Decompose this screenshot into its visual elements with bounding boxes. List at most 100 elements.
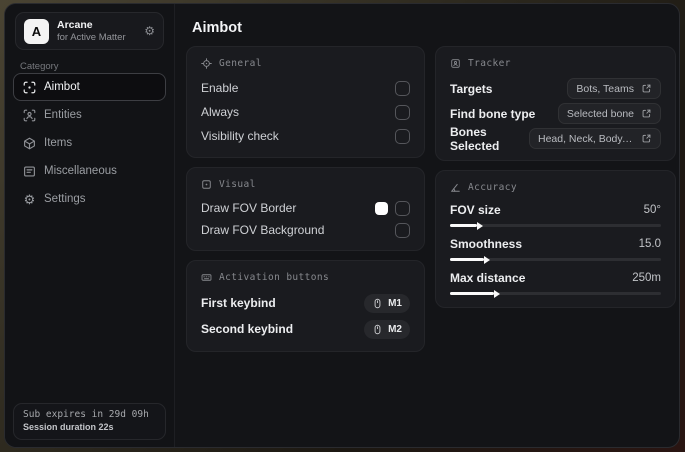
setting-label: Always xyxy=(201,105,240,119)
setting-row-find-bone-type: Find bone type Selected bone xyxy=(450,101,661,126)
mouse-icon xyxy=(374,324,381,334)
setting-row-visibility-check: Visibility check xyxy=(201,124,410,148)
scan-icon xyxy=(23,81,36,94)
select-value: Head, Neck, Body, Pe... xyxy=(538,132,634,145)
keybind-value: M1 xyxy=(388,297,402,309)
brand-subtitle: for Active Matter xyxy=(57,31,126,43)
left-column: General Enable Always Visibility check V xyxy=(186,46,425,352)
slider-fill xyxy=(450,289,501,298)
angle-icon xyxy=(451,183,460,192)
setting-label: Draw FOV Background xyxy=(201,223,325,237)
setting-label: FOV size xyxy=(450,203,501,217)
select-value: Selected bone xyxy=(566,107,634,120)
frame-icon xyxy=(202,180,211,189)
setting-group-smoothness: Smoothness 15.0 xyxy=(450,234,661,264)
page-title: Aimbot xyxy=(192,20,242,36)
panel-accuracy-header: Accuracy xyxy=(450,182,661,193)
subscription-card: Sub expires in 29d 09h Session duration … xyxy=(13,403,166,440)
gear-icon[interactable]: ⚙ xyxy=(144,25,155,37)
setting-label: Max distance xyxy=(450,271,526,285)
panel-visual: Visual Draw FOV Border Draw FOV Backgrou… xyxy=(186,167,425,251)
panel-tracker: Tracker Targets Bots, Teams Find bone ty… xyxy=(435,46,676,161)
sidebar-item-label: Miscellaneous xyxy=(44,165,117,177)
setting-value: 250m xyxy=(632,272,661,284)
sidebar-item-miscellaneous[interactable]: Miscellaneous xyxy=(13,157,166,185)
select-value: Bots, Teams xyxy=(576,82,634,95)
slider-fill xyxy=(450,255,490,264)
enable-checkbox[interactable] xyxy=(395,80,410,96)
expand-icon xyxy=(642,134,651,143)
keyboard-icon xyxy=(201,274,212,281)
sidebar-item-label: Entities xyxy=(44,109,82,121)
setting-row-enable: Enable xyxy=(201,76,410,100)
panel-general-header: General xyxy=(201,58,410,69)
session-duration-text: Session duration 22s xyxy=(23,422,114,432)
sidebar-item-aimbot[interactable]: Aimbot xyxy=(13,73,166,101)
panel-accuracy: Accuracy FOV size 50° Smoothness 15.0 Ma… xyxy=(435,170,676,308)
sidebar-item-label: Items xyxy=(44,137,73,149)
app-window: A Arcane for Active Matter ⚙ Category Ai… xyxy=(4,3,680,448)
panel-header-label: Tracker xyxy=(468,58,511,69)
panel-activation-buttons: Activation buttons First keybind M1 Seco… xyxy=(186,260,425,352)
color-swatch[interactable] xyxy=(375,201,388,215)
sub-expires-text: Sub expires in 29d 09h xyxy=(23,409,149,420)
panel-general: General Enable Always Visibility check xyxy=(186,46,425,158)
gear-icon: ⚙ xyxy=(23,191,36,207)
setting-label: Draw FOV Border xyxy=(201,201,297,215)
slider-fill xyxy=(450,221,484,230)
first-keybind-button[interactable]: M1 xyxy=(364,293,410,313)
mouse-icon xyxy=(374,298,381,308)
keybind-value: M2 xyxy=(388,323,402,335)
bones-selected-select[interactable]: Head, Neck, Body, Pe... xyxy=(529,128,661,149)
setting-row-fov-background: Draw FOV Background xyxy=(201,219,410,241)
setting-row-fov-border: Draw FOV Border xyxy=(201,197,410,219)
expand-icon xyxy=(642,84,651,93)
setting-row-bones-selected: Bones Selected Head, Neck, Body, Pe... xyxy=(450,124,661,153)
second-keybind-button[interactable]: M2 xyxy=(364,319,410,339)
setting-group-max-distance: Max distance 250m xyxy=(450,268,661,298)
panel-visual-header: Visual xyxy=(201,179,410,190)
setting-label: Targets xyxy=(450,81,493,96)
panel-activation-header: Activation buttons xyxy=(201,272,410,283)
sidebar-item-items[interactable]: Items xyxy=(13,129,166,157)
sidebar-item-settings[interactable]: ⚙ Settings xyxy=(13,185,166,213)
brand-logo: A xyxy=(24,18,49,44)
list-icon xyxy=(23,165,36,178)
setting-row-first-keybind: First keybind M1 xyxy=(201,290,410,316)
panel-header-label: Visual xyxy=(219,179,256,190)
setting-row-always: Always xyxy=(201,100,410,124)
fov-background-checkbox[interactable] xyxy=(395,222,410,238)
sidebar-nav: Aimbot Entities Items Miscellaneous ⚙ Se… xyxy=(13,73,166,213)
setting-label: Second keybind xyxy=(201,322,294,336)
fov-size-slider[interactable] xyxy=(450,221,661,230)
sidebar-item-label: Settings xyxy=(44,193,86,205)
sidebar-item-entities[interactable]: Entities xyxy=(13,101,166,129)
setting-label: Find bone type xyxy=(450,106,536,121)
setting-row-targets: Targets Bots, Teams xyxy=(450,76,661,101)
tracker-icon xyxy=(451,59,460,68)
right-column: Tracker Targets Bots, Teams Find bone ty… xyxy=(435,46,676,308)
brand-text: Arcane for Active Matter xyxy=(57,19,144,44)
category-label: Category xyxy=(20,61,59,72)
expand-icon xyxy=(642,109,651,118)
setting-value: 50° xyxy=(643,204,661,216)
sidebar: A Arcane for Active Matter ⚙ Category Ai… xyxy=(5,4,175,447)
always-checkbox[interactable] xyxy=(395,104,410,120)
panel-tracker-header: Tracker xyxy=(450,58,661,69)
setting-label: First keybind xyxy=(201,296,276,310)
setting-group-fov-size: FOV size 50° xyxy=(450,200,661,230)
setting-label: Bones Selected xyxy=(450,124,500,153)
setting-label: Enable xyxy=(201,81,239,95)
panel-header-label: General xyxy=(219,58,262,69)
visibility-check-checkbox[interactable] xyxy=(395,128,410,144)
targets-select[interactable]: Bots, Teams xyxy=(567,78,661,99)
setting-label: Visibility check xyxy=(201,129,279,143)
crosshair-icon xyxy=(201,58,212,69)
panel-header-label: Activation buttons xyxy=(219,272,330,283)
fov-border-checkbox[interactable] xyxy=(395,200,410,216)
max-distance-slider[interactable] xyxy=(450,289,661,298)
smoothness-slider[interactable] xyxy=(450,255,661,264)
setting-row-second-keybind: Second keybind M2 xyxy=(201,316,410,342)
setting-value: 15.0 xyxy=(638,238,661,250)
find-bone-type-select[interactable]: Selected bone xyxy=(557,103,661,124)
